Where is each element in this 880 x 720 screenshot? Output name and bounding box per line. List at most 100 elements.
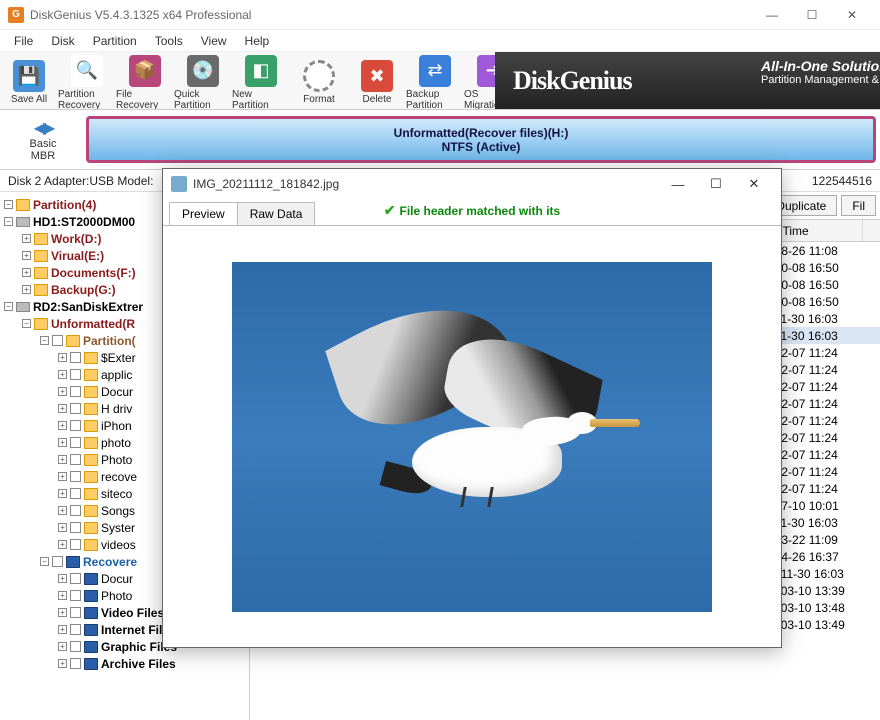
tree-hd1[interactable]: HD1:ST2000DM00 — [33, 215, 135, 229]
checkbox[interactable] — [52, 556, 63, 567]
collapse-icon[interactable]: − — [22, 319, 31, 328]
checkbox[interactable] — [70, 607, 81, 618]
expand-icon[interactable]: + — [58, 506, 67, 515]
checkbox[interactable] — [70, 420, 81, 431]
preview-close[interactable]: ✕ — [735, 170, 773, 198]
maximize-button[interactable]: ☐ — [792, 1, 832, 29]
checkbox[interactable] — [70, 641, 81, 652]
close-button[interactable]: ✕ — [832, 1, 872, 29]
folder-icon — [84, 539, 98, 551]
tree-item[interactable]: +Archive Files — [0, 655, 249, 672]
checkbox[interactable] — [70, 590, 81, 601]
tool-file-recovery[interactable]: 📦File Recovery — [116, 52, 174, 110]
expand-icon[interactable]: + — [58, 523, 67, 532]
tab-preview[interactable]: Preview — [169, 202, 238, 225]
expand-icon[interactable]: + — [58, 472, 67, 481]
menu-help[interactable]: Help — [237, 32, 278, 50]
checkbox[interactable] — [70, 454, 81, 465]
collapse-icon[interactable]: − — [4, 217, 13, 226]
window-title: DiskGenius V5.4.3.1325 x64 Professional — [30, 8, 752, 22]
menu-tools[interactable]: Tools — [147, 32, 191, 50]
tool-backup-partition[interactable]: ⇄Backup Partition — [406, 52, 464, 110]
menubar: File Disk Partition Tools View Help — [0, 30, 880, 52]
tool-save-all[interactable]: 💾Save All — [0, 56, 58, 105]
expand-icon[interactable]: + — [58, 625, 67, 634]
checkbox[interactable] — [70, 471, 81, 482]
expand-icon[interactable]: + — [58, 540, 67, 549]
expand-icon[interactable]: + — [58, 438, 67, 447]
preview-image — [232, 262, 712, 612]
expand-icon[interactable]: + — [22, 251, 31, 260]
collapse-icon[interactable]: − — [40, 336, 49, 345]
checkbox[interactable] — [70, 369, 81, 380]
checkbox[interactable] — [70, 573, 81, 584]
expand-icon[interactable]: + — [58, 591, 67, 600]
partition-label: Unformatted(Recover files)(H:) — [394, 126, 569, 140]
checkbox[interactable] — [70, 352, 81, 363]
brand-banner: DiskGenius All-In-One SolutionPartition … — [495, 52, 880, 109]
tree-unformatted[interactable]: Unformatted(R — [51, 317, 135, 331]
collapse-icon[interactable]: − — [4, 200, 13, 209]
tool-quick-partition[interactable]: 💿Quick Partition — [174, 52, 232, 110]
expand-icon[interactable]: + — [58, 387, 67, 396]
collapse-icon[interactable]: − — [4, 302, 13, 311]
folder-icon — [84, 505, 98, 517]
delete-icon: ✖ — [361, 60, 393, 92]
expand-icon[interactable]: + — [58, 404, 67, 413]
expand-icon[interactable]: + — [22, 234, 31, 243]
menu-view[interactable]: View — [193, 32, 235, 50]
preview-window: IMG_20211112_181842.jpg — ☐ ✕ Preview Ra… — [162, 168, 782, 648]
tool-partition-recovery[interactable]: 🔍Partition Recovery — [58, 52, 116, 110]
checkbox[interactable] — [70, 437, 81, 448]
expand-icon[interactable]: + — [58, 421, 67, 430]
tool-delete[interactable]: ✖Delete — [348, 56, 406, 105]
minimize-button[interactable]: — — [752, 1, 792, 29]
tree-partition-node[interactable]: Partition( — [83, 334, 136, 348]
collapse-icon[interactable]: − — [40, 557, 49, 566]
tool-format[interactable]: Format — [290, 56, 348, 105]
checkbox[interactable] — [70, 522, 81, 533]
nav-arrows-icon[interactable]: ◀▶ — [34, 118, 53, 138]
folder-icon — [84, 437, 98, 449]
expand-icon[interactable]: + — [58, 659, 67, 668]
expand-icon[interactable]: + — [22, 268, 31, 277]
checkbox[interactable] — [52, 335, 63, 346]
tree-partition[interactable]: Partition(4) — [33, 198, 96, 212]
folder-icon — [34, 284, 48, 296]
menu-disk[interactable]: Disk — [43, 32, 82, 50]
preview-titlebar[interactable]: IMG_20211112_181842.jpg — ☐ ✕ — [163, 169, 781, 199]
checkbox[interactable] — [70, 403, 81, 414]
expand-icon[interactable]: + — [58, 574, 67, 583]
menu-file[interactable]: File — [6, 32, 41, 50]
checkbox[interactable] — [70, 539, 81, 550]
expand-icon[interactable]: + — [58, 489, 67, 498]
menu-partition[interactable]: Partition — [85, 32, 145, 50]
checkbox[interactable] — [70, 488, 81, 499]
preview-body — [163, 225, 781, 647]
magnify-icon: 🔍 — [71, 55, 103, 87]
filter-button[interactable]: Fil — [841, 195, 876, 216]
expand-icon[interactable]: + — [58, 370, 67, 379]
preview-maximize[interactable]: ☐ — [697, 170, 735, 198]
checkbox[interactable] — [70, 386, 81, 397]
tool-new-partition[interactable]: ◧New Partition — [232, 52, 290, 110]
folder-icon — [16, 199, 30, 211]
tree-rd2[interactable]: RD2:SanDiskExtrer — [33, 300, 143, 314]
partition-bar[interactable]: Unformatted(Recover files)(H:) NTFS (Act… — [86, 116, 876, 163]
expand-icon[interactable]: + — [58, 353, 67, 362]
tab-raw-data[interactable]: Raw Data — [237, 202, 316, 225]
expand-icon[interactable]: + — [22, 285, 31, 294]
expand-icon[interactable]: + — [58, 642, 67, 651]
folder-icon — [34, 233, 48, 245]
category-icon — [84, 624, 98, 636]
checkbox[interactable] — [70, 658, 81, 669]
tree-recovered[interactable]: Recovere — [83, 555, 137, 569]
folder-icon — [84, 454, 98, 466]
expand-icon[interactable]: + — [58, 455, 67, 464]
strip-info: ◀▶ Basic MBR — [0, 110, 86, 169]
preview-minimize[interactable]: — — [659, 170, 697, 198]
checkbox[interactable] — [70, 624, 81, 635]
checkbox[interactable] — [70, 505, 81, 516]
expand-icon[interactable]: + — [58, 608, 67, 617]
image-icon — [171, 176, 187, 192]
